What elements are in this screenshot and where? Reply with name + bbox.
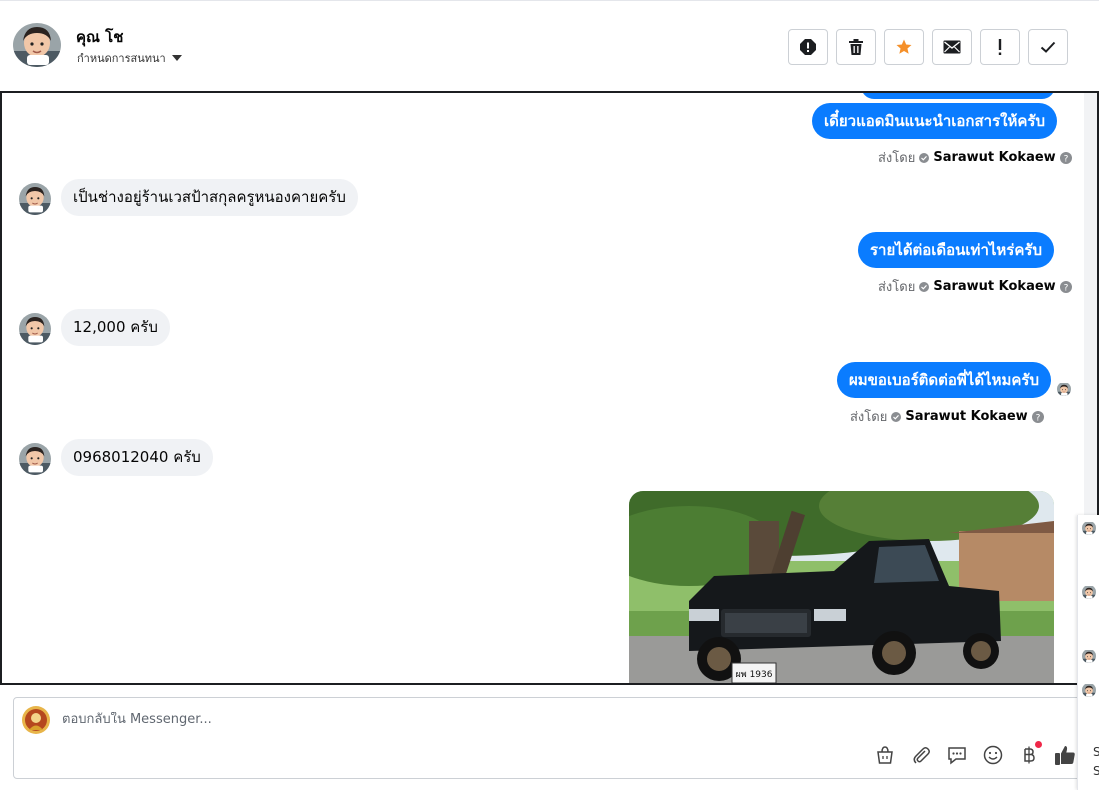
paperclip-icon xyxy=(913,747,930,764)
mark-done-button[interactable] xyxy=(1028,29,1068,65)
header-actions xyxy=(788,29,1068,65)
report-icon xyxy=(800,39,816,55)
caret-down-icon xyxy=(171,55,182,61)
help-icon[interactable]: ? xyxy=(1031,410,1044,423)
reply-input[interactable] xyxy=(62,712,762,727)
sender-name[interactable]: Sarawut Kokaew xyxy=(933,279,1055,294)
panel-avatar xyxy=(1082,521,1096,535)
verified-icon xyxy=(891,411,902,422)
mail-icon xyxy=(943,40,961,54)
attach-button[interactable] xyxy=(910,744,932,766)
side-panel-edge[interactable]: S S xyxy=(1077,515,1099,790)
contact-avatar-small xyxy=(19,443,51,475)
sender-name[interactable]: Sarawut Kokaew xyxy=(905,409,1027,424)
sent-by-text: ส่งโดย xyxy=(878,280,916,295)
panel-text-s: S xyxy=(1093,745,1099,759)
svg-text:?: ? xyxy=(1035,413,1040,423)
contact-avatar-small xyxy=(19,183,51,215)
contact-avatar-small xyxy=(19,313,51,345)
conversation-header: คุณ โช กำหนดการสนทนา xyxy=(0,0,1099,92)
help-icon[interactable]: ? xyxy=(1059,151,1072,164)
svg-text:?: ? xyxy=(1063,154,1068,164)
verified-icon xyxy=(919,152,930,163)
sent-by-text: ส่งโดย xyxy=(850,410,888,425)
thumbs-up-icon xyxy=(1055,746,1075,765)
saved-reply-icon xyxy=(948,747,966,765)
message-bubble-cutoff xyxy=(861,93,1055,99)
outgoing-message[interactable]: ผมขอเบอร์ติดต่อพี่ได้ไหมครับ xyxy=(837,362,1051,398)
delete-button[interactable] xyxy=(836,29,876,65)
panel-avatar xyxy=(1082,649,1096,663)
emoji-button[interactable] xyxy=(982,744,1004,766)
panel-avatar xyxy=(1082,683,1096,697)
sent-by-label: ส่งโดย Sarawut Kokaew ? xyxy=(878,147,1072,168)
composer-tools xyxy=(874,741,1076,766)
sent-by-label: ส่งโดย Sarawut Kokaew ? xyxy=(878,276,1072,297)
outgoing-message[interactable]: รายได้ต่อเดือนเท่าไหร่ครับ xyxy=(858,232,1054,268)
payment-button[interactable] xyxy=(1018,741,1042,766)
page-avatar xyxy=(22,706,50,734)
star-icon xyxy=(896,39,912,54)
seen-indicator-avatar xyxy=(1057,382,1071,396)
schedule-conversation-label: กำหนดการสนทนา xyxy=(77,52,166,65)
panel-avatar xyxy=(1082,585,1096,599)
verified-icon xyxy=(919,281,930,292)
check-icon xyxy=(1040,41,1056,53)
contact-name[interactable]: คุณ โช xyxy=(76,25,123,49)
star-button[interactable] xyxy=(884,29,924,65)
incoming-message[interactable]: 0968012040 ครับ xyxy=(61,439,213,476)
sent-by-text: ส่งโดย xyxy=(878,151,916,166)
sender-name[interactable]: Sarawut Kokaew xyxy=(933,150,1055,165)
photo-attachment-truck[interactable]: ผพ 1936 xyxy=(629,491,1054,683)
exclamation-icon xyxy=(998,39,1002,55)
report-button[interactable] xyxy=(788,29,828,65)
reply-composer xyxy=(13,697,1083,779)
svg-text:?: ? xyxy=(1063,283,1068,293)
emoji-icon xyxy=(983,745,1003,765)
contact-avatar[interactable] xyxy=(13,23,61,67)
spam-button[interactable] xyxy=(980,29,1020,65)
notification-dot xyxy=(1035,741,1042,748)
baht-icon xyxy=(1024,746,1035,764)
like-button[interactable] xyxy=(1054,744,1076,766)
incoming-message[interactable]: 12,000 ครับ xyxy=(61,309,170,346)
mark-unread-button[interactable] xyxy=(932,29,972,65)
trash-icon xyxy=(849,39,863,55)
schedule-conversation-dropdown[interactable]: กำหนดการสนทนา xyxy=(77,49,182,67)
sent-by-label: ส่งโดย Sarawut Kokaew ? xyxy=(850,406,1044,427)
incoming-message[interactable]: เป็นช่างอยู่ร้านเวสป้าสกุลครูหนองคายครับ xyxy=(61,179,358,216)
saved-replies-button[interactable] xyxy=(946,744,968,766)
message-thread[interactable]: เดี๋ยวแอดมินแนะนำเอกสารให้ครับ ส่งโดย Sa… xyxy=(0,91,1099,685)
shopping-bag-icon xyxy=(877,746,893,764)
outgoing-message[interactable]: เดี๋ยวแอดมินแนะนำเอกสารให้ครับ xyxy=(812,103,1057,139)
panel-text-s: S xyxy=(1093,764,1099,778)
help-icon[interactable]: ? xyxy=(1059,280,1072,293)
truck-image: ผพ 1936 xyxy=(629,491,1054,683)
shop-button[interactable] xyxy=(874,744,896,766)
license-plate-text: ผพ 1936 xyxy=(736,670,773,680)
